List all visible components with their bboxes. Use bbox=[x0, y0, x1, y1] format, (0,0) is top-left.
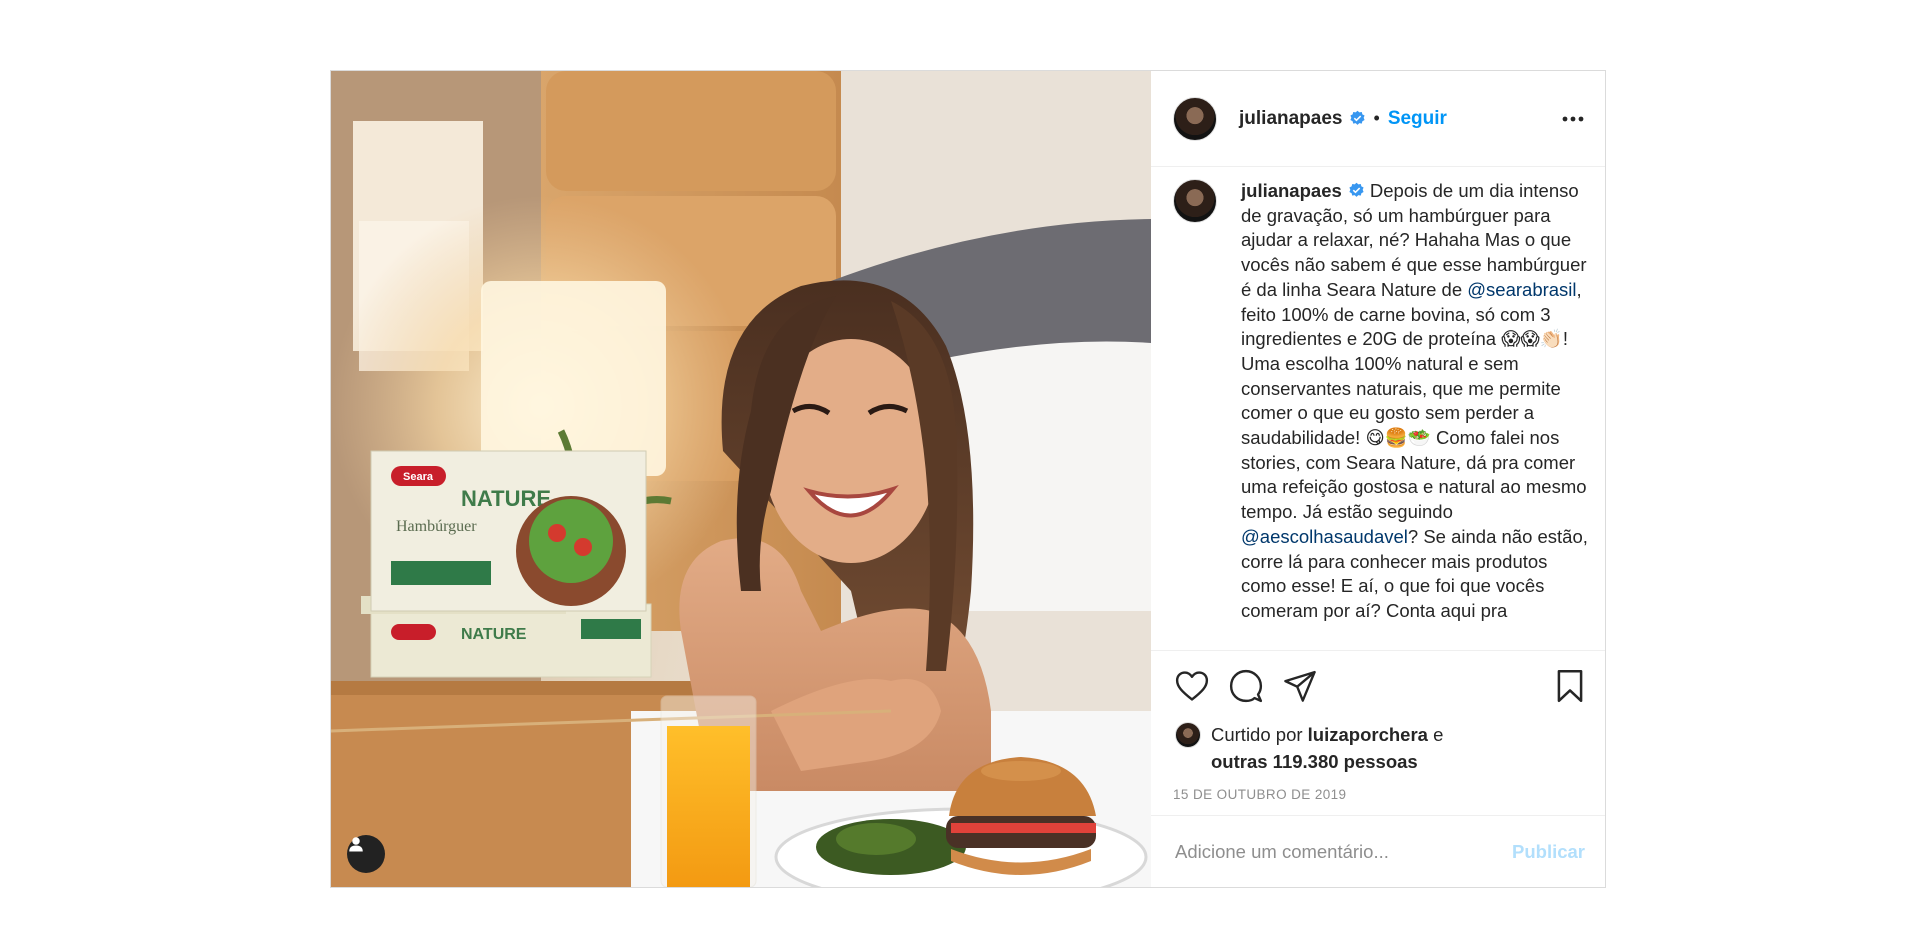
share-button[interactable] bbox=[1281, 667, 1319, 705]
caption-text: julianapaes Depois de um dia intenso de … bbox=[1241, 179, 1591, 650]
caption-body-2: , feito 100% de carne bovina, só com 3 i… bbox=[1241, 278, 1587, 523]
comment-icon bbox=[1229, 669, 1263, 703]
likes-text: Curtido por luizaporchera e outras 119.3… bbox=[1211, 721, 1443, 775]
post-side-panel: julianapaes • Seguir julianapaes Depois … bbox=[1151, 71, 1605, 887]
mention-link-searabrasil[interactable]: @searabrasil bbox=[1467, 279, 1576, 300]
comment-button[interactable] bbox=[1227, 667, 1265, 705]
user-tag-icon bbox=[349, 837, 363, 852]
box-brand-text: NATURE bbox=[461, 486, 551, 511]
post-photo[interactable]: Seara NATURE Hambúrguer NATURE bbox=[331, 71, 1151, 887]
product-box: Seara NATURE Hambúrguer NATURE bbox=[361, 450, 652, 678]
instagram-post: Seara NATURE Hambúrguer NATURE julianapa… bbox=[330, 70, 1606, 888]
more-options-button[interactable] bbox=[1559, 105, 1587, 133]
post-header: julianapaes • Seguir bbox=[1151, 71, 1605, 167]
follow-button[interactable]: Seguir bbox=[1388, 108, 1447, 130]
comment-input[interactable] bbox=[1173, 839, 1512, 864]
svg-text:NATURE: NATURE bbox=[461, 626, 527, 643]
heart-icon bbox=[1175, 671, 1209, 701]
mention-link-aescolhasaudavel[interactable]: @aescolhasaudavel bbox=[1241, 526, 1408, 547]
likes-others-link[interactable]: outras 119.380 pessoas bbox=[1211, 751, 1418, 772]
like-button[interactable] bbox=[1173, 667, 1211, 705]
caption-section: julianapaes Depois de um dia intenso de … bbox=[1151, 167, 1605, 651]
share-icon bbox=[1284, 670, 1316, 702]
header-separator: • bbox=[1373, 108, 1380, 128]
box-product-text: Hambúrguer bbox=[396, 518, 477, 535]
box-logo-text: Seara bbox=[403, 471, 434, 483]
verified-badge-icon bbox=[1349, 110, 1365, 125]
post-date[interactable]: 15 DE OUTUBRO DE 2019 bbox=[1151, 779, 1605, 815]
author-username[interactable]: julianapaes bbox=[1239, 108, 1343, 130]
publish-button[interactable]: Publicar bbox=[1512, 841, 1585, 863]
author-avatar[interactable] bbox=[1173, 96, 1217, 141]
comment-bar: Publicar bbox=[1151, 815, 1605, 887]
caption-avatar[interactable] bbox=[1173, 179, 1217, 223]
save-button[interactable] bbox=[1551, 667, 1589, 705]
caption-username[interactable]: julianapaes bbox=[1241, 180, 1342, 201]
likes-conjunction: e bbox=[1433, 724, 1444, 745]
liker-username[interactable]: luizaporchera bbox=[1308, 724, 1428, 745]
verified-badge-icon bbox=[1349, 182, 1364, 197]
bookmark-icon bbox=[1557, 669, 1583, 703]
more-options-icon bbox=[1562, 116, 1584, 121]
likes-summary: Curtido por luizaporchera e outras 119.3… bbox=[1151, 721, 1605, 775]
post-actions bbox=[1151, 651, 1605, 721]
liker-avatar[interactable] bbox=[1175, 722, 1201, 748]
post-photo-scene: Seara NATURE Hambúrguer NATURE bbox=[331, 71, 1151, 887]
tagged-users-button[interactable] bbox=[347, 835, 385, 873]
likes-prefix: Curtido por bbox=[1211, 724, 1303, 745]
